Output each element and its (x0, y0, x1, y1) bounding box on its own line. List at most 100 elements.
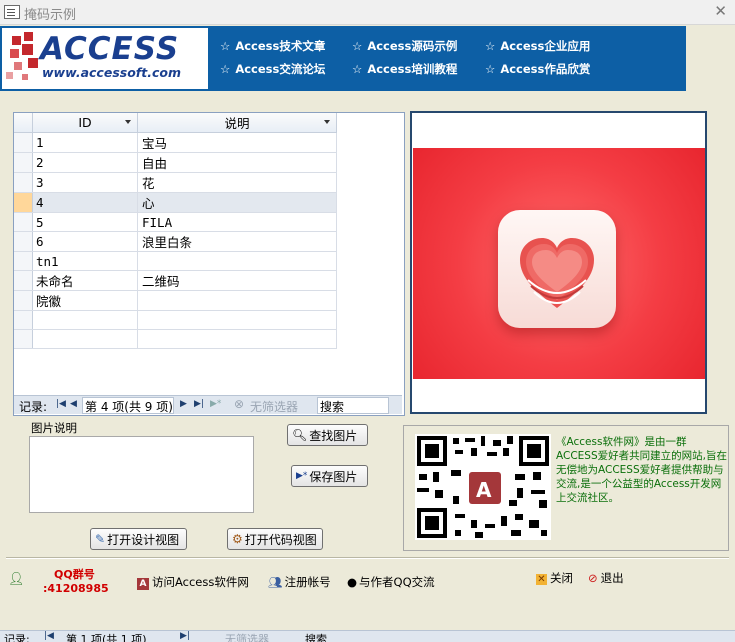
last-record-icon[interactable]: ▶| (180, 631, 190, 641)
exit-icon: ⊘ (588, 571, 598, 585)
record-position-field[interactable]: 第 1 项(共 1 项) (66, 631, 147, 642)
heart-icon (498, 210, 616, 328)
save-image-button[interactable]: ▶* 保存图片 (291, 465, 368, 487)
nav-link-training[interactable]: ☆ Access培训教程 (352, 61, 457, 77)
table-row[interactable]: tn1 (14, 251, 337, 271)
row-selector[interactable] (14, 132, 33, 153)
cell-id[interactable]: 3 (32, 172, 138, 193)
table-row[interactable]: 2 自由 (14, 152, 337, 173)
column-header-description[interactable]: 说明 (137, 113, 337, 133)
cell-id[interactable]: 1 (32, 132, 138, 153)
accessoft-logo[interactable]: ACCESS www.accessoft.com (2, 28, 208, 89)
first-record-icon[interactable]: |◀ (56, 399, 66, 409)
table-row[interactable]: 未命名 二维码 (14, 270, 337, 291)
first-record-icon[interactable]: |◀ (44, 631, 54, 641)
nav-link-label: Access源码示例 (367, 39, 458, 53)
next-record-icon[interactable]: ▶ (180, 399, 187, 409)
form-icon (4, 5, 20, 19)
select-all-corner[interactable] (14, 113, 33, 133)
nav-link-label: Access企业应用 (500, 39, 591, 53)
table-row-current[interactable]: 4心 (14, 192, 337, 213)
logo-square (6, 72, 13, 79)
cell-description[interactable]: 宝马 (137, 132, 337, 153)
qq-group-number: :41208985 (43, 582, 109, 595)
cell-id[interactable]: 院徽 (32, 290, 138, 311)
nav-link-showcase[interactable]: ☆ Access作品欣赏 (485, 61, 590, 77)
cell-description[interactable]: FILA (137, 212, 337, 232)
close-window-button[interactable]: ✕ (714, 2, 727, 20)
register-account-link[interactable]: 👥︎ 注册帐号 (268, 574, 331, 590)
table-row[interactable]: 3花 (14, 172, 337, 193)
open-design-view-button[interactable]: ✎ 打开设计视图 (90, 528, 187, 550)
row-selector (14, 329, 33, 349)
logo-square (14, 62, 22, 70)
chevron-down-icon[interactable] (324, 120, 330, 124)
filter-status[interactable]: 无筛选器 (250, 398, 298, 415)
search-icon: 🔍︎ (292, 428, 308, 442)
cell-description[interactable]: 自由 (137, 152, 337, 173)
qq-chat-link[interactable]: ● 与作者QQ交流 (347, 574, 435, 590)
filter-status[interactable]: 无筛选器 (225, 631, 269, 642)
row-selector[interactable] (14, 192, 33, 213)
image-description-field[interactable] (29, 436, 254, 513)
star-icon: ☆ (352, 62, 363, 76)
cell-id[interactable]: 5 (32, 212, 138, 232)
row-selector (14, 310, 33, 330)
code-view-icon: ⚙ (232, 532, 243, 546)
record-nav-label: 记录: (19, 400, 48, 414)
row-selector[interactable] (14, 152, 33, 173)
nav-link-label: Access交流论坛 (235, 62, 326, 76)
row-selector[interactable] (14, 231, 33, 252)
nav-link-forum[interactable]: ☆ Access交流论坛 (220, 61, 325, 77)
qr-code-graphic: A (417, 436, 549, 538)
prev-record-icon[interactable]: ◀ (70, 399, 77, 409)
table-row[interactable]: 院徽 (14, 290, 337, 311)
cell-empty (32, 310, 138, 330)
last-record-icon[interactable]: ▶| (194, 399, 204, 409)
cell-description[interactable]: 心 (137, 192, 337, 213)
add-user-icon[interactable]: 👤︎ (8, 572, 25, 587)
table-row[interactable]: 5 FILA (14, 212, 337, 232)
table-row-empty (14, 329, 337, 349)
table-row[interactable]: 6 浪里白条 (14, 231, 337, 252)
row-selector[interactable] (14, 251, 33, 271)
open-code-view-button[interactable]: ⚙ 打开代码视图 (227, 528, 323, 550)
cell-description[interactable] (137, 290, 337, 311)
column-header-id[interactable]: ID (32, 113, 138, 133)
record-position-field[interactable]: 第 4 项(共 9 项) (82, 397, 174, 414)
cell-description[interactable]: 浪里白条 (137, 231, 337, 252)
row-selector[interactable] (14, 172, 33, 193)
visit-site-link[interactable]: A 访问Access软件网 (137, 574, 249, 590)
cell-description[interactable]: 花 (137, 172, 337, 193)
search-input[interactable]: 搜索 (317, 397, 389, 414)
row-selector[interactable] (14, 270, 33, 291)
cell-id[interactable]: 4 (32, 192, 138, 213)
users-icon: 👥︎ (268, 575, 283, 589)
svg-text:A: A (476, 478, 492, 502)
title-bar: 掩码示例 ✕ (0, 0, 735, 25)
logo-square (10, 49, 19, 58)
cell-description[interactable] (137, 251, 337, 271)
datasheet[interactable]: ID 说明 1 宝马 2 自由 3花 4心 5 FILA 6 浪里白条 tn1 未命名二… (13, 112, 405, 416)
row-selector[interactable] (14, 212, 33, 232)
cell-id[interactable]: tn1 (32, 251, 138, 271)
new-record-icon[interactable]: ▶* (210, 399, 221, 409)
find-image-button[interactable]: 🔍︎ 查找图片 (287, 424, 368, 446)
cell-id[interactable]: 6 (32, 231, 138, 252)
chevron-down-icon[interactable] (125, 120, 131, 124)
nav-link-source-examples[interactable]: ☆ Access源码示例 (352, 38, 457, 54)
nav-link-label: Access技术文章 (235, 39, 326, 53)
search-input[interactable]: 搜索 (305, 631, 327, 642)
filter-icon: ⊗ (234, 397, 245, 411)
close-form-button[interactable]: ✕ 关闭 (536, 570, 573, 586)
nav-link-tech-articles[interactable]: ☆ Access技术文章 (220, 38, 325, 54)
cell-id[interactable]: 未命名 (32, 270, 138, 291)
exit-app-label: 退出 (600, 571, 624, 585)
record-nav-label: 记录: (4, 633, 30, 642)
cell-id[interactable]: 2 (32, 152, 138, 173)
nav-link-enterprise[interactable]: ☆ Access企业应用 (485, 38, 590, 54)
exit-app-button[interactable]: ⊘ 退出 (588, 570, 624, 586)
table-row[interactable]: 1 宝马 (14, 132, 337, 153)
cell-description[interactable]: 二维码 (137, 270, 337, 291)
row-selector[interactable] (14, 290, 33, 311)
